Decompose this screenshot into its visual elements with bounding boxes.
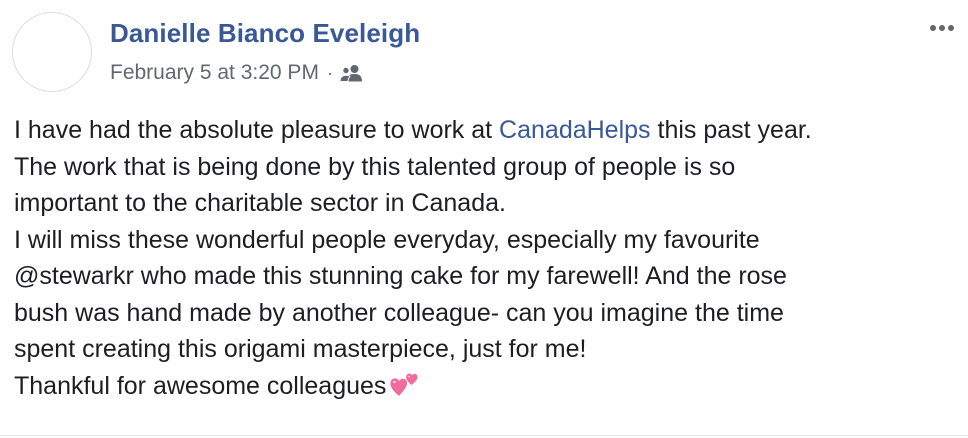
post-text-line: bush was hand made by another colleague-… — [14, 298, 784, 327]
canadahelps-page-link[interactable]: CanadaHelps — [499, 116, 651, 144]
post-text-segment: Thankful for awesome colleagues — [14, 371, 387, 400]
post-text-line: The work that is being done by this tale… — [14, 152, 736, 181]
post-text-line: spent creating this origami masterpiece,… — [14, 335, 587, 363]
post-text-segment: I have had the absolute pleasure to work… — [14, 116, 500, 144]
two-hearts-icon — [390, 370, 420, 409]
post-text-line: Thankful for awesome colleagues — [14, 368, 958, 409]
more-options-icon — [929, 19, 955, 37]
post-text-line: @stewarkr who made this stunning cake fo… — [14, 262, 787, 290]
post-meta: February 5 at 3:20 PM · — [110, 60, 362, 86]
divider — [0, 435, 968, 436]
avatar[interactable] — [12, 12, 92, 92]
facebook-post: Danielle Bianco Eveleigh February 5 at 3… — [0, 0, 968, 438]
post-text-line: I have had the absolute pleasure to work… — [14, 112, 958, 149]
author-name-link[interactable]: Danielle Bianco Eveleigh — [110, 18, 420, 49]
post-text-line: important to the charitable sector in Ca… — [14, 189, 506, 217]
post-timestamp-link[interactable]: February 5 at 3:20 PM — [110, 61, 319, 85]
post-text-line: I will miss these wonderful people every… — [14, 225, 760, 254]
friends-icon[interactable] — [339, 64, 362, 82]
post-text: I have had the absolute pleasure to work… — [14, 112, 958, 408]
more-options-button[interactable] — [924, 14, 960, 42]
meta-separator: · — [326, 62, 333, 83]
post-text-segment: this past year. — [650, 116, 812, 144]
